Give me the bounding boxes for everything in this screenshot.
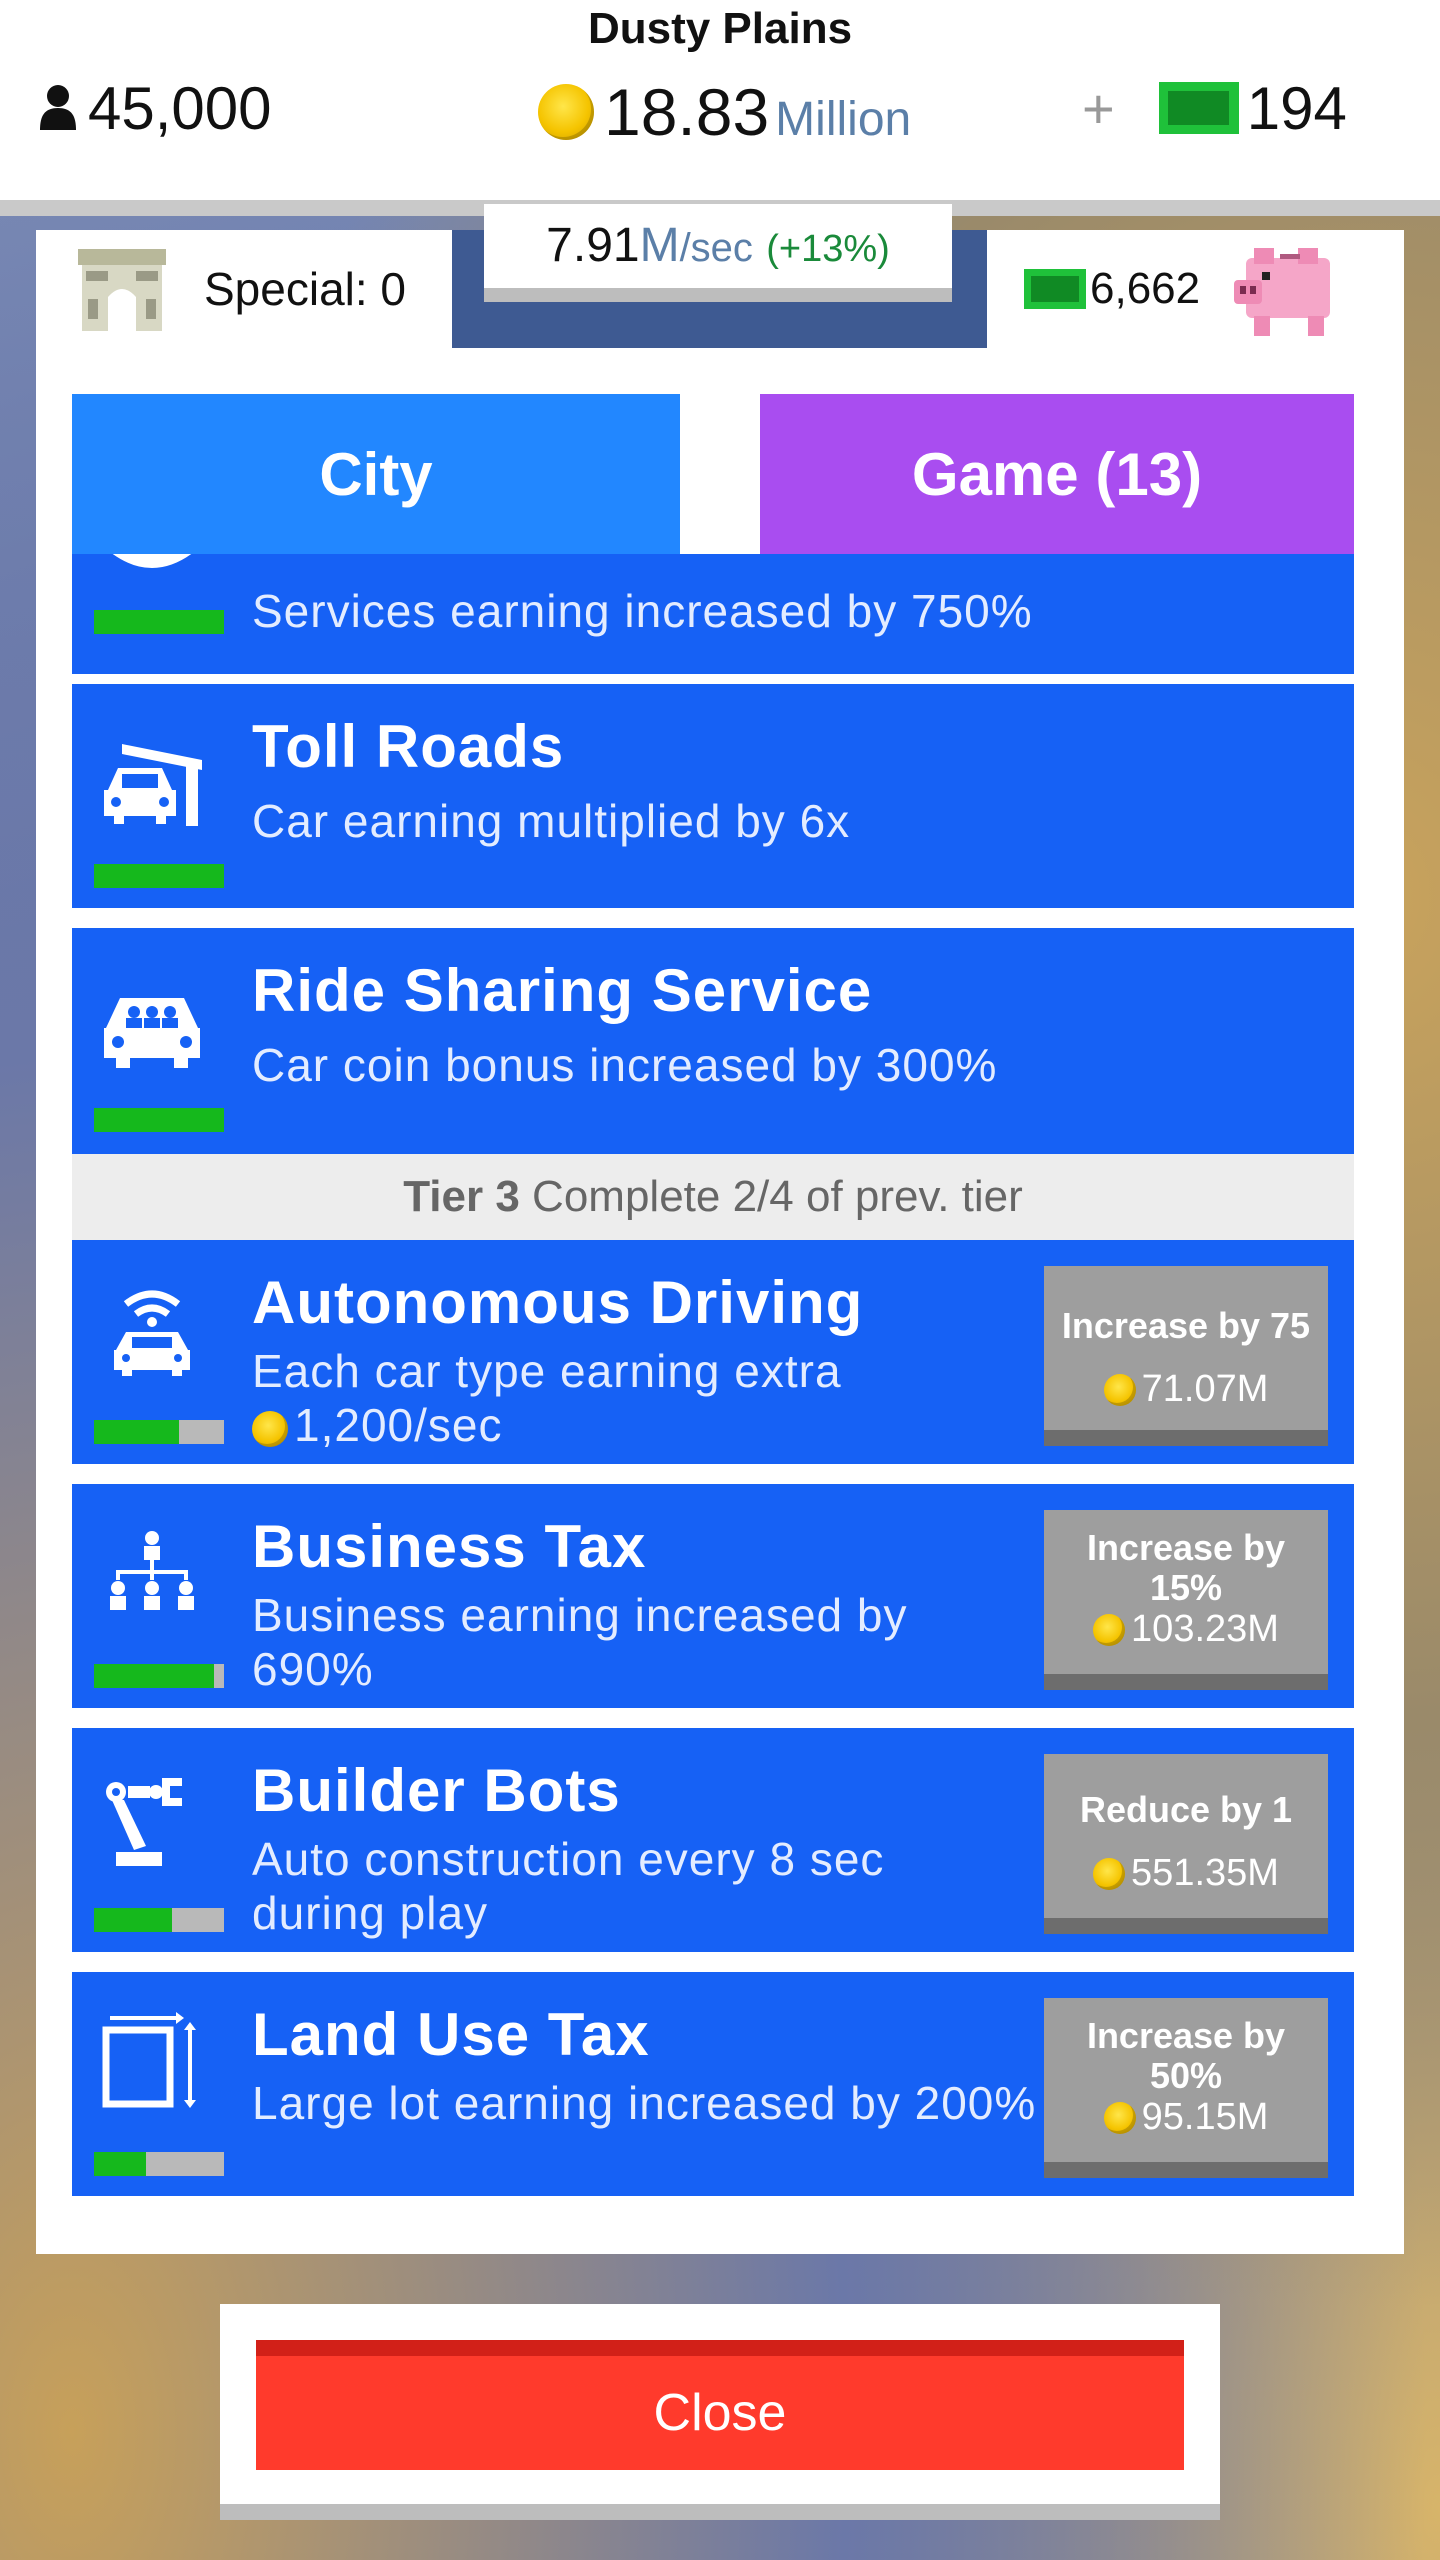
upgrade-buy-button[interactable]: Reduce by 1 551.35M — [1044, 1754, 1328, 1934]
upgrade-description: Services earning increased by 750% — [252, 585, 1033, 637]
income-bonus: (+13%) — [766, 228, 890, 270]
upgrade-buy-button[interactable]: Increase by 50% 95.15M — [1044, 1998, 1328, 2178]
upgrade-progress — [94, 864, 224, 888]
buy-button-cost-value: 103.23M — [1131, 1608, 1279, 1650]
cash-amount: 194 — [1246, 74, 1347, 142]
population-counter: 45,000 — [38, 72, 272, 144]
upgrade-title: Business Tax — [252, 1513, 647, 1580]
upgrade-title: Builder Bots — [252, 1757, 621, 1824]
population-value: 45,000 — [88, 74, 272, 142]
upgrade-row-toll-roads[interactable]: Toll Roads Car earning multiplied by 6x — [72, 684, 1354, 908]
piggy-bank[interactable]: 6,662 — [988, 230, 1404, 348]
upgrade-progress — [94, 610, 224, 634]
upgrade-description-text: Each car type earning extra — [252, 1345, 842, 1397]
buy-button-label: Increase by 50% — [1086, 2015, 1286, 2096]
upgrade-buy-button[interactable]: Increase by 15% 103.23M — [1044, 1510, 1328, 1690]
upgrade-description: Car earning multiplied by 6x — [252, 795, 851, 847]
upgrade-description: Each car type earning extra 1,200/sec — [252, 1344, 842, 1452]
tab-game-label: Game (13) — [911, 440, 1203, 508]
upgrade-row-services[interactable]: Services earning increased by 750% — [72, 554, 1354, 674]
piggy-bank-icon[interactable] — [1232, 234, 1344, 344]
buy-button-cost: 103.23M — [1044, 1608, 1328, 1651]
tab-game[interactable]: Game (13) — [760, 394, 1354, 844]
progress-fill — [94, 1108, 224, 1132]
close-container: Close — [220, 2304, 1220, 2520]
robot-arm-icon — [106, 1778, 182, 1866]
income-rate: 7.91M/sec (+13%) — [484, 204, 952, 302]
map-title: Dusty Plains — [587, 4, 853, 53]
services-icon — [112, 554, 192, 568]
autonomous-car-icon — [114, 1290, 190, 1376]
person-icon — [40, 85, 76, 130]
coin-balance: 18.83 Million — [538, 72, 911, 152]
special-label: Special: 0 — [204, 263, 407, 315]
cash-icon — [1024, 269, 1086, 309]
upgrade-progress — [94, 1420, 224, 1444]
upgrade-buy-button[interactable]: Increase by 75 71.07M — [1044, 1266, 1328, 1446]
org-chart-icon — [110, 1531, 194, 1610]
coin-icon — [1103, 2101, 1136, 2134]
upgrade-description: Large lot earning increased by 200% — [252, 2077, 1037, 2129]
buy-button-cost-value: 71.07M — [1141, 1368, 1269, 1410]
income-rate-per: /sec — [679, 226, 753, 270]
progress-fill — [94, 864, 224, 888]
coin-icon — [1093, 1857, 1126, 1890]
bank-amount: 6,662 — [1090, 264, 1201, 313]
upgrade-row-business-tax[interactable]: Business Tax Business earning increased … — [72, 1484, 1354, 1708]
lot-size-icon — [102, 2012, 196, 2108]
buy-button-cost-value: 95.15M — [1141, 2096, 1269, 2138]
cash-icon — [1158, 82, 1239, 134]
upgrade-progress — [94, 1108, 224, 1132]
upgrade-description: Auto construction every 8 sec during pla… — [252, 1833, 885, 1939]
income-rate-value: 7.91 — [546, 219, 640, 272]
upgrade-row-autonomous-driving[interactable]: Autonomous Driving Each car type earning… — [72, 1240, 1354, 1464]
special-counter[interactable]: Special: 0 — [36, 230, 452, 348]
buy-button-label: Reduce by 1 — [1079, 1789, 1293, 1830]
upgrade-title: Autonomous Driving — [252, 1269, 864, 1336]
progress-fill — [94, 1664, 214, 1688]
buy-button-cost: 551.35M — [1044, 1852, 1328, 1895]
coin-unit: Million — [775, 92, 912, 146]
plus-icon[interactable]: + — [1082, 76, 1115, 141]
buy-button-label: Increase by 15% — [1086, 1527, 1286, 1608]
upgrade-title: Land Use Tax — [252, 2001, 650, 2068]
close-button[interactable]: Close — [256, 2340, 1184, 2470]
upgrade-row-ride-sharing[interactable]: Ride Sharing Service Car coin bonus incr… — [72, 928, 1354, 1154]
coin-icon — [538, 84, 594, 140]
progress-fill — [94, 1908, 172, 1932]
upgrade-title: Ride Sharing Service — [252, 957, 873, 1024]
buy-button-label: Increase by 75 — [1061, 1305, 1311, 1346]
progress-fill — [94, 1420, 179, 1444]
progress-fill — [94, 610, 224, 634]
ride-sharing-car-icon — [104, 998, 200, 1068]
buy-button-cost: 95.15M — [1044, 2096, 1328, 2139]
tab-city[interactable]: City — [72, 394, 680, 554]
upgrade-row-land-use-tax[interactable]: Land Use Tax Large lot earning increased… — [72, 1972, 1354, 2196]
coin-amount: 18.83 — [604, 75, 770, 149]
tier-requirement: Complete 2/4 of prev. tier — [532, 1172, 1023, 1221]
upgrade-title: Toll Roads — [252, 713, 565, 780]
coin-icon — [1103, 1373, 1136, 1406]
top-status-bar: Dusty Plains 45,000 18.83 Million + 194 — [0, 0, 1440, 216]
upgrade-description-amount: 1,200/sec — [294, 1399, 503, 1451]
toll-gate-car-icon — [104, 744, 202, 826]
buy-button-cost: 71.07M — [1044, 1368, 1328, 1411]
upgrade-list[interactable]: Services earning increased by 750% Toll … — [72, 554, 1354, 2198]
upgrade-row-builder-bots[interactable]: Builder Bots Auto construction every 8 s… — [72, 1728, 1354, 1952]
upgrade-progress — [94, 2152, 224, 2176]
tier-header: Tier 3 Complete 2/4 of prev. tier — [72, 1154, 1354, 1240]
upgrade-description: Car coin bonus increased by 300% — [252, 1039, 998, 1091]
progress-fill — [94, 2152, 146, 2176]
coin-icon — [252, 1410, 288, 1447]
landmark-arch-icon — [78, 249, 166, 331]
income-rate-unit: M — [639, 219, 680, 272]
tier-name: Tier 3 — [403, 1172, 520, 1221]
buy-button-cost-value: 551.35M — [1131, 1852, 1279, 1894]
upgrade-description: Business earning increased by 690% — [252, 1589, 908, 1695]
upgrade-progress — [94, 1664, 224, 1688]
upgrade-progress — [94, 1908, 224, 1932]
coin-icon — [1093, 1613, 1126, 1646]
cash-balance[interactable]: + 194 — [1082, 72, 1347, 144]
